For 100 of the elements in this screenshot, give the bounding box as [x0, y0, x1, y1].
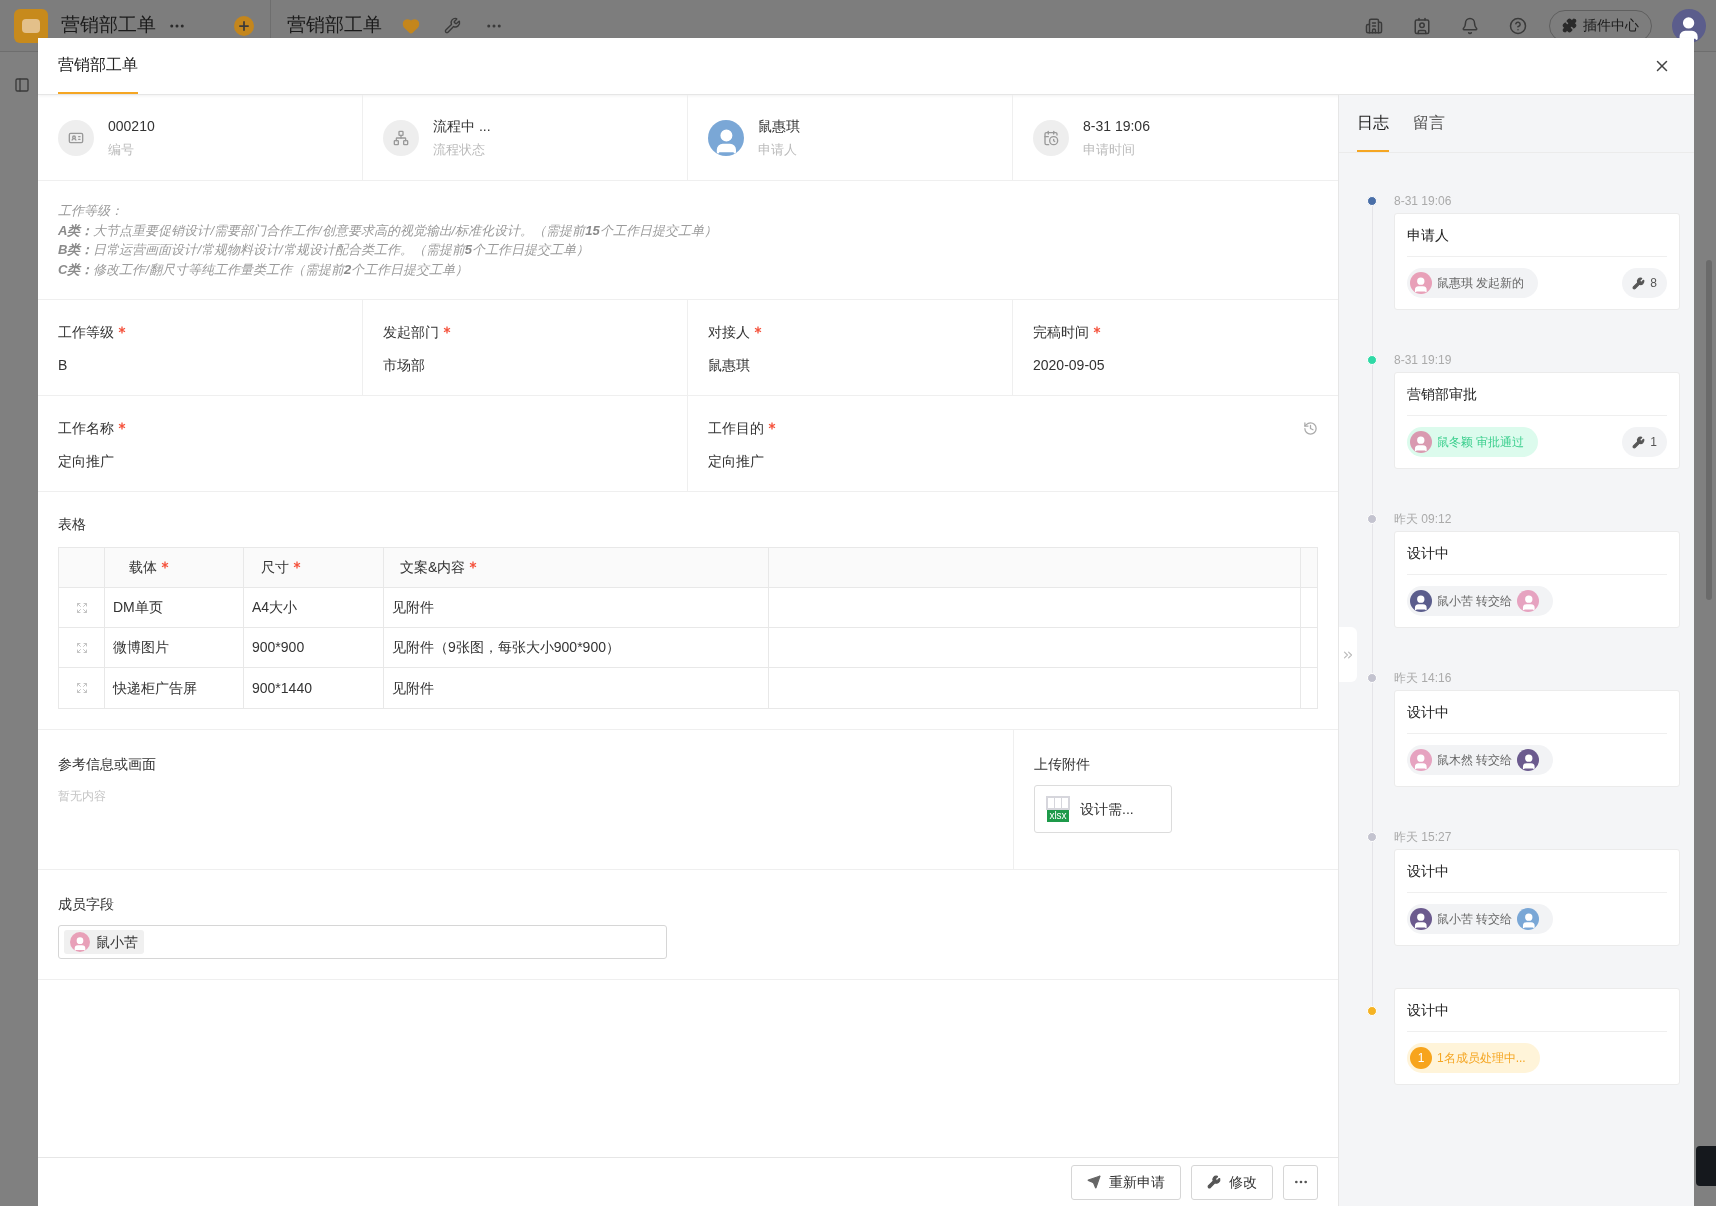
field-label: 对接人	[708, 323, 750, 342]
log-title: 设计中	[1407, 543, 1450, 563]
add-button[interactable]	[234, 15, 254, 36]
file-type: xlsx	[1047, 810, 1069, 822]
field-label: 成员字段	[58, 895, 115, 914]
avatar	[1410, 590, 1432, 612]
summary-label: 申请人	[758, 140, 798, 159]
file-card[interactable]: xlsx 设计需...	[1034, 785, 1172, 833]
log-title: 设计中	[1407, 1000, 1450, 1020]
summary-label: 申请时间	[1083, 140, 1136, 159]
field-value: 2020-09-05	[1033, 356, 1106, 375]
table-cell-text: 快递柜广告屏	[113, 678, 197, 698]
wrench-icon	[1632, 435, 1646, 449]
activity-text: 鼠小苦 转交给	[1437, 911, 1513, 928]
avatar	[1410, 749, 1432, 771]
plus-icon	[237, 18, 251, 33]
panel-tab[interactable]: 日志	[1357, 96, 1389, 152]
edit-count-number: 1	[1650, 434, 1657, 451]
avatar	[1410, 272, 1432, 294]
field-label: 参考信息或画面	[58, 755, 157, 774]
field-label: 工作等级	[58, 323, 114, 342]
building-icon[interactable]	[1365, 16, 1383, 35]
instruction-line: A类：大节点重要促销设计/需要部门合作工作/创意要求高的视觉输出/标准化设计。（需提前15个工作日提交工单）	[58, 221, 718, 240]
section-title: 表格	[58, 515, 87, 534]
avatar	[1517, 749, 1540, 771]
edit-count-number: 8	[1650, 275, 1657, 292]
field-label: 工作名称	[58, 419, 114, 438]
instruction-line: 工作等级：	[58, 202, 124, 220]
app-title: 营销部工单	[61, 13, 156, 38]
table-cell-text: 900*1440	[252, 678, 312, 698]
bell-icon[interactable]	[1461, 16, 1479, 35]
log-title: 设计中	[1407, 702, 1450, 722]
field-value: 定向推广	[708, 452, 765, 471]
summary-value: 8-31 19:06	[1083, 116, 1150, 136]
column-header: 载体	[129, 558, 157, 577]
activity-text: 鼠惠琪 发起新的	[1437, 275, 1525, 292]
instruction-line: B类：日常运营画面设计/常规物料设计/常规设计配合类工作。（需提前5个工作日提交工单）	[58, 241, 590, 259]
logo-icon	[14, 8, 48, 43]
log-time: 8-31 19:19	[1394, 352, 1453, 369]
avatar	[1410, 908, 1432, 930]
log-time: 8-31 19:06	[1394, 193, 1453, 210]
field-value: 市场部	[383, 356, 426, 375]
log-time: 昨天 14:16	[1394, 670, 1453, 687]
table-cell-text: 900*900	[252, 638, 305, 657]
panel-icon[interactable]	[14, 77, 30, 93]
field-value: 定向推广	[58, 452, 115, 471]
edit-button[interactable]: 修改	[1191, 1164, 1273, 1200]
send-icon	[1087, 1175, 1101, 1189]
summary-value: 鼠惠琪	[758, 116, 800, 136]
table-cell-text: DM单页	[113, 598, 163, 617]
panel-tab[interactable]: 留言	[1413, 96, 1445, 152]
file-name: 设计需...	[1080, 799, 1134, 819]
avatar	[1410, 431, 1432, 453]
column-header: 文案&内容	[400, 558, 466, 577]
edit-count[interactable]: 8	[1622, 268, 1667, 298]
count-badge: 1	[1410, 1047, 1432, 1069]
member-name: 鼠小苦	[96, 932, 138, 952]
field-label: 上传附件	[1034, 755, 1091, 774]
activity-text: 鼠小苦 转交给	[1437, 593, 1513, 610]
log-time: 昨天 09:12	[1394, 511, 1453, 528]
instruction-line: C类：修改工作/翻尺寸等纯工作量类工作（需提前2个工作日提交工单）	[58, 260, 470, 279]
history-icon[interactable]	[1303, 421, 1318, 436]
avatar	[708, 119, 744, 156]
field-label: 工作目的	[708, 419, 764, 438]
hierarchy-icon	[393, 129, 409, 146]
activity-text: 鼠冬颖 审批通过	[1437, 434, 1525, 451]
summary-value: 000210	[108, 116, 155, 136]
log-title: 设计中	[1407, 861, 1450, 881]
log-title: 申请人	[1407, 225, 1450, 245]
puzzle-icon	[1562, 18, 1577, 33]
activity-text: 鼠木然 转交给	[1437, 752, 1513, 769]
field-label: 完稿时间	[1033, 323, 1089, 342]
wrench-icon	[1207, 1175, 1221, 1189]
member-field[interactable]: 鼠小苦	[58, 925, 667, 959]
summary-label: 编号	[108, 140, 135, 159]
calendar-clock-icon	[1043, 129, 1059, 146]
resubmit-button[interactable]: 重新申请	[1071, 1164, 1181, 1200]
avatar	[70, 932, 90, 952]
collapse-handle[interactable]	[1339, 627, 1357, 682]
table-cell-text: 见附件	[392, 598, 434, 617]
expand-icon[interactable]	[75, 641, 88, 654]
page-title: 营销部工单	[287, 13, 382, 38]
summary-value: 流程中 ...	[433, 116, 491, 136]
expand-icon[interactable]	[75, 682, 88, 694]
summary-label: 流程状态	[433, 140, 486, 159]
help-icon[interactable]	[1509, 16, 1527, 35]
expand-icon[interactable]	[75, 601, 88, 614]
table-cell-text: 见附件	[392, 678, 434, 698]
log-title: 营销部审批	[1407, 384, 1478, 404]
avatar	[1517, 590, 1540, 612]
field-label: 发起部门	[383, 323, 439, 342]
edit-count[interactable]: 1	[1622, 427, 1667, 457]
table-cell-text: A4大小	[252, 598, 298, 617]
wrench-icon[interactable]	[444, 17, 461, 34]
contacts-icon[interactable]	[1413, 16, 1431, 35]
table-cell-text: 见附件（9张图，每张大小900*900）	[392, 638, 620, 657]
table-cell-text: 微博图片	[113, 638, 169, 657]
dialog-title: 营销部工单	[58, 38, 138, 94]
field-value: B	[58, 356, 69, 375]
field-value: 鼠惠琪	[708, 356, 751, 375]
